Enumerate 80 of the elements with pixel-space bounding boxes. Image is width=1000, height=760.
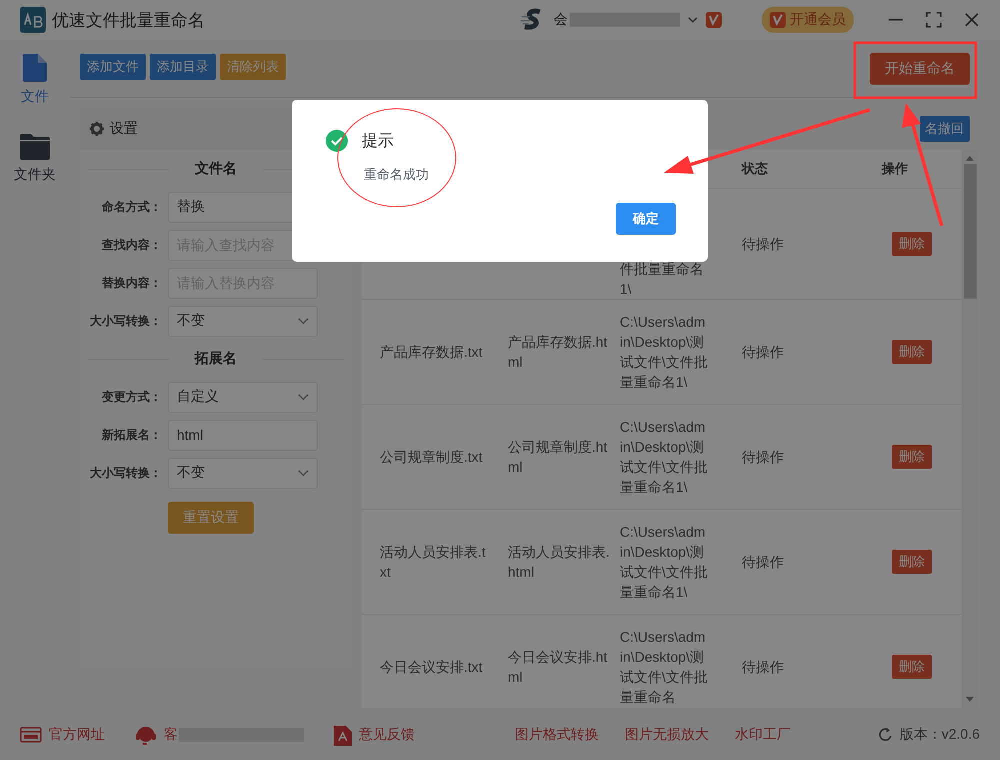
maximize-icon[interactable]	[926, 12, 942, 28]
table-cell: 待操作	[742, 659, 784, 675]
delete-button[interactable]: 删除	[892, 550, 932, 574]
chevron-down-icon	[298, 318, 309, 324]
table-cell: 活动人员安排表.txt	[380, 544, 486, 580]
delete-button[interactable]: 删除	[892, 232, 932, 256]
sidebar-item[interactable]: 文件夹	[14, 134, 56, 184]
sidebar-item[interactable]: 文件	[21, 54, 49, 106]
toolbar-button[interactable]: 清除列表	[220, 54, 286, 80]
dialog-message: 重命名成功	[364, 166, 430, 184]
footer-link[interactable]: 图片格式转换	[515, 726, 599, 744]
select-field[interactable]: 不变	[168, 306, 318, 336]
table-cell: 件批量重命名1\	[620, 261, 704, 297]
website-link[interactable]: 官方网址	[49, 726, 105, 744]
field-label: 变更方式：	[100, 388, 163, 406]
dialog-title: 提示	[362, 132, 394, 152]
table-cell: 公司规章制度.txt	[380, 449, 483, 465]
field-label: 大小写转换：	[89, 464, 163, 482]
vip-icon	[770, 12, 786, 28]
field-label: 查找内容：	[101, 236, 163, 254]
vip-button[interactable]: 开通会员	[762, 7, 854, 33]
file-icon	[23, 54, 47, 82]
table-cell: C:\Users\admin\Desktop\测试文件\文件批量重命名1\	[620, 524, 708, 600]
vip-badge-icon	[706, 12, 722, 28]
table-cell: 公司规章制度.html	[508, 439, 608, 475]
field-label: 替换内容：	[101, 274, 163, 292]
success-icon	[326, 130, 348, 152]
version-label: 版本：v2.0.6	[900, 726, 980, 744]
website-icon	[20, 727, 42, 743]
headset-icon	[135, 724, 157, 746]
toolbar-button[interactable]: 添加目录	[150, 54, 216, 80]
column-header: 状态	[742, 161, 768, 176]
app-logo-icon	[20, 7, 46, 33]
panel-title: 设置	[110, 120, 138, 138]
column-header: 操作	[882, 161, 908, 176]
customer-service-link[interactable]: 客	[164, 726, 178, 744]
toolbar-button[interactable]: 添加文件	[80, 54, 146, 80]
field-label: 新拓展名：	[101, 426, 163, 444]
start-rename-button[interactable]: 开始重命名	[870, 52, 970, 84]
delete-button[interactable]: 删除	[892, 655, 932, 679]
table-cell: C:\Users\admin\Desktop\测试文件\文件批量重命名1\	[620, 314, 708, 390]
table-cell: 待操作	[742, 554, 784, 570]
chevron-down-icon[interactable]	[688, 16, 698, 24]
table-cell: C:\Users\admin\Desktop\测试文件\文件批量重命名1\	[620, 419, 708, 495]
table-cell: 产品库存数据.txt	[380, 344, 483, 360]
table-cell: 待操作	[742, 449, 784, 465]
footer-link[interactable]: 图片无损放大	[625, 726, 709, 744]
table-cell: 今日会议安排.html	[508, 649, 608, 685]
document-icon	[334, 724, 352, 746]
scroll-up-icon[interactable]	[966, 156, 974, 161]
footer-link[interactable]: 水印工厂	[735, 726, 791, 744]
select-field[interactable]: 自定义	[168, 382, 318, 412]
table-cell: 产品库存数据.html	[508, 334, 608, 370]
reset-button[interactable]: 重置设置	[168, 502, 254, 534]
ok-button[interactable]: 确定	[616, 203, 676, 235]
section-title: 文件名	[169, 160, 263, 178]
chevron-down-icon	[298, 470, 309, 476]
table-cell: 待操作	[742, 236, 784, 252]
scroll-down-icon[interactable]	[966, 697, 974, 702]
delete-button[interactable]: 删除	[892, 445, 932, 469]
close-icon[interactable]	[964, 12, 980, 28]
account-name[interactable]: 会	[554, 11, 568, 29]
undo-button[interactable]: 名撤回	[920, 116, 970, 142]
table-cell: 活动人员安排表.html	[508, 544, 610, 580]
delete-button[interactable]: 删除	[892, 340, 932, 364]
input-field[interactable]: html	[168, 420, 318, 450]
section-title: 拓展名	[169, 350, 263, 368]
field-label: 命名方式：	[101, 198, 163, 216]
chevron-down-icon	[298, 394, 309, 400]
window-title: 优速文件批量重命名	[52, 10, 205, 32]
table-cell: 今日会议安排.txt	[380, 659, 483, 675]
folder-icon	[20, 134, 50, 160]
settings-icon	[90, 122, 104, 136]
table-cell: 待操作	[742, 344, 784, 360]
field-label: 大小写转换：	[89, 312, 163, 330]
select-field[interactable]: 不变	[168, 458, 318, 488]
feedback-link[interactable]: 意见反馈	[359, 726, 415, 744]
table-cell: C:\Users\admin\Desktop\测试文件\文件批量重命名	[620, 629, 708, 705]
refresh-icon[interactable]	[878, 727, 894, 743]
scroll-thumb[interactable]	[964, 164, 976, 299]
